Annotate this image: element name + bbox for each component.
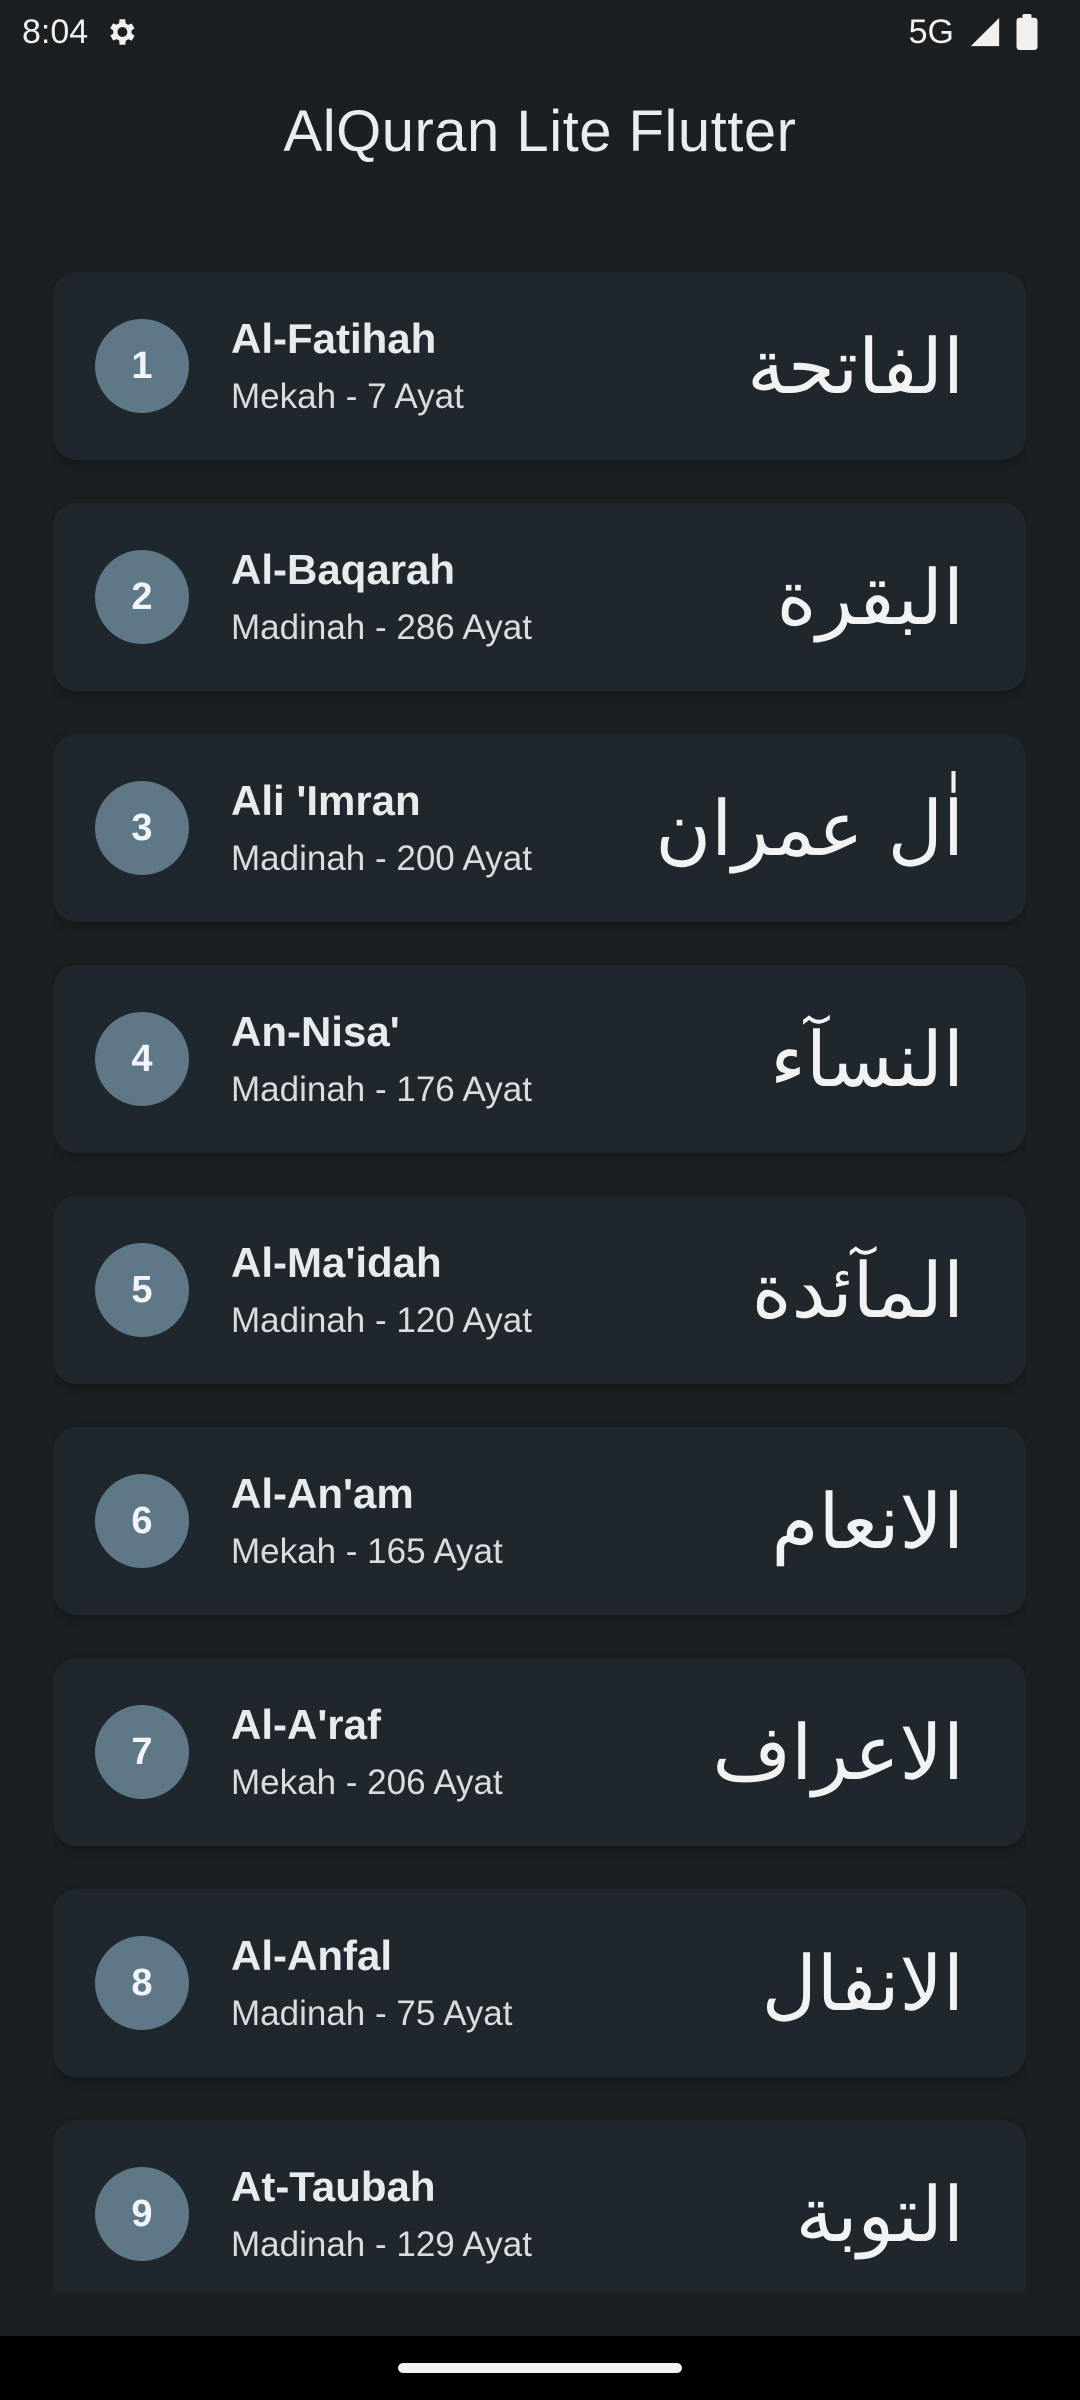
surah-name: At-Taubah [231,2163,436,2210]
surah-arabic-name: الفاتحة [747,321,964,411]
surah-meta: Madinah - 176 Ayat [231,1070,532,1109]
surah-name: Al-An'am [231,1470,414,1517]
status-time: 8:04 [22,12,89,51]
surah-card[interactable]: 4 An-Nisa' Madinah - 176 Ayat النسآء [53,965,1026,1153]
surah-card[interactable]: 5 Al-Ma'idah Madinah - 120 Ayat المآئدة [53,1196,1026,1384]
surah-arabic-name: الاعراف [712,1707,964,1797]
status-left: 8:04 [22,13,138,52]
surah-name: Ali 'Imran [231,777,421,824]
surah-info: At-Taubah Madinah - 129 Ayat [231,2163,796,2265]
surah-name: Al-A'raf [231,1701,381,1748]
surah-card[interactable]: 3 Ali 'Imran Madinah - 200 Ayat اٰل عمران [53,734,1026,922]
surah-card[interactable]: 9 At-Taubah Madinah - 129 Ayat التوبة [53,2120,1026,2292]
surah-number-badge: 7 [95,1705,189,1799]
app-title: AlQuran Lite Flutter [283,99,797,164]
surah-info: Al-A'raf Mekah - 206 Ayat [231,1701,712,1803]
surah-number-badge: 3 [95,781,189,875]
surah-meta: Madinah - 75 Ayat [231,1994,513,2033]
battery-icon [1016,14,1038,50]
surah-number-badge: 9 [95,2167,189,2261]
surah-arabic-name: اٰل عمران [655,783,964,873]
surah-meta: Madinah - 286 Ayat [231,608,532,647]
surah-number-badge: 8 [95,1936,189,2030]
surah-arabic-name: الانفال [761,1938,964,2028]
surah-card[interactable]: 6 Al-An'am Mekah - 165 Ayat الانعام [53,1427,1026,1615]
surah-card[interactable]: 7 Al-A'raf Mekah - 206 Ayat الاعراف [53,1658,1026,1846]
surah-list[interactable]: 1 Al-Fatihah Mekah - 7 Ayat الفاتحة 2 Al-Baqa… [53,272,1026,2292]
surah-name: Al-Baqarah [231,546,456,593]
surah-name: Al-Anfal [231,1932,392,1979]
surah-card[interactable]: 2 Al-Baqarah Madinah - 286 Ayat البقرة [53,503,1026,691]
signal-icon [968,15,1002,49]
surah-meta: Mekah - 7 Ayat [231,377,464,416]
status-bar: 8:04 5G [0,0,1080,64]
surah-meta: Mekah - 165 Ayat [231,1532,503,1571]
surah-arabic-name: التوبة [795,2169,964,2259]
surah-info: Al-Baqarah Madinah - 286 Ayat [231,546,777,648]
surah-name: An-Nisa' [231,1008,400,1055]
surah-meta: Madinah - 129 Ayat [231,2225,532,2264]
surah-info: An-Nisa' Madinah - 176 Ayat [231,1008,770,1110]
surah-arabic-name: الانعام [771,1476,965,1566]
surah-info: Al-Anfal Madinah - 75 Ayat [231,1932,762,2034]
surah-info: Al-Ma'idah Madinah - 120 Ayat [231,1239,752,1341]
surah-number-badge: 5 [95,1243,189,1337]
surah-info: Al-An'am Mekah - 165 Ayat [231,1470,772,1572]
surah-meta: Mekah - 206 Ayat [231,1763,503,1802]
network-label: 5G [908,12,954,51]
surah-number-badge: 6 [95,1474,189,1568]
surah-card[interactable]: 8 Al-Anfal Madinah - 75 Ayat الانفال [53,1889,1026,2077]
surah-number-badge: 2 [95,550,189,644]
surah-arabic-name: النسآء [770,1014,964,1104]
surah-name: Al-Fatihah [231,315,437,362]
surah-info: Ali 'Imran Madinah - 200 Ayat [231,777,655,879]
surah-number-badge: 4 [95,1012,189,1106]
status-right: 5G [909,13,1038,52]
surah-meta: Madinah - 120 Ayat [231,1301,532,1340]
surah-name: Al-Ma'idah [231,1239,442,1286]
home-indicator[interactable] [398,2363,682,2373]
surah-number-badge: 1 [95,319,189,413]
surah-meta: Madinah - 200 Ayat [231,839,532,878]
surah-arabic-name: البقرة [776,552,964,642]
surah-info: Al-Fatihah Mekah - 7 Ayat [231,315,747,417]
surah-arabic-name: المآئدة [751,1245,964,1335]
surah-card[interactable]: 1 Al-Fatihah Mekah - 7 Ayat الفاتحة [53,272,1026,460]
settings-icon [104,15,138,49]
